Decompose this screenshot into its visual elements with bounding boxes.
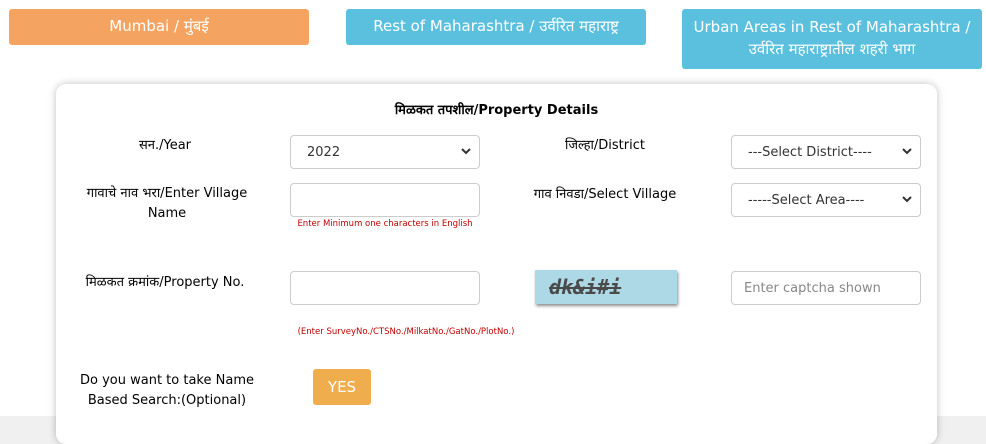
year-select[interactable]: 2022 (290, 135, 480, 169)
village-select[interactable]: -----Select Area---- (731, 183, 921, 217)
tab-rest-of-maharashtra[interactable]: Rest of Maharashtra / उर्वरित महाराष्ट्र (346, 9, 646, 45)
panel-title: मिळकत तपशील/Property Details (394, 103, 599, 118)
year-select-value: 2022 (307, 144, 341, 160)
captcha-text: dk&i#i (549, 275, 622, 299)
captcha-image: dk&i#i (535, 270, 677, 304)
district-select-value: ---Select District---- (748, 144, 872, 160)
village-name-input[interactable] (290, 183, 480, 217)
select-village-label: गाव निवडा/Select Village (533, 187, 677, 202)
name-search-label: Do you want to take Name Based Search:(O… (80, 373, 254, 408)
village-select-value: -----Select Area---- (748, 192, 865, 208)
year-label: सन./Year (138, 138, 192, 153)
village-name-label: गावाचे नाव भरा/Enter Village Name (86, 186, 248, 221)
district-label: जिल्हा/District (565, 138, 645, 153)
chevron-down-icon (902, 148, 912, 155)
yes-button[interactable]: YES (313, 369, 371, 405)
property-hint: (Enter SurveyNo./CTSNo./MilkatNo./GatNo.… (297, 327, 515, 337)
chevron-down-icon (461, 148, 471, 155)
property-no-label: मिळकत क्रमांक/Property No. (85, 275, 245, 290)
village-hint: Enter Minimum one characters in English (297, 219, 473, 229)
tab-mumbai[interactable]: Mumbai / मुंबई (9, 9, 309, 45)
chevron-down-icon (902, 196, 912, 203)
district-select[interactable]: ---Select District---- (731, 135, 921, 169)
property-no-input[interactable] (290, 271, 480, 305)
captcha-input[interactable]: Enter captcha shown (731, 271, 921, 305)
tab-urban-areas[interactable]: Urban Areas in Rest of Maharashtra / उर्… (682, 9, 982, 69)
